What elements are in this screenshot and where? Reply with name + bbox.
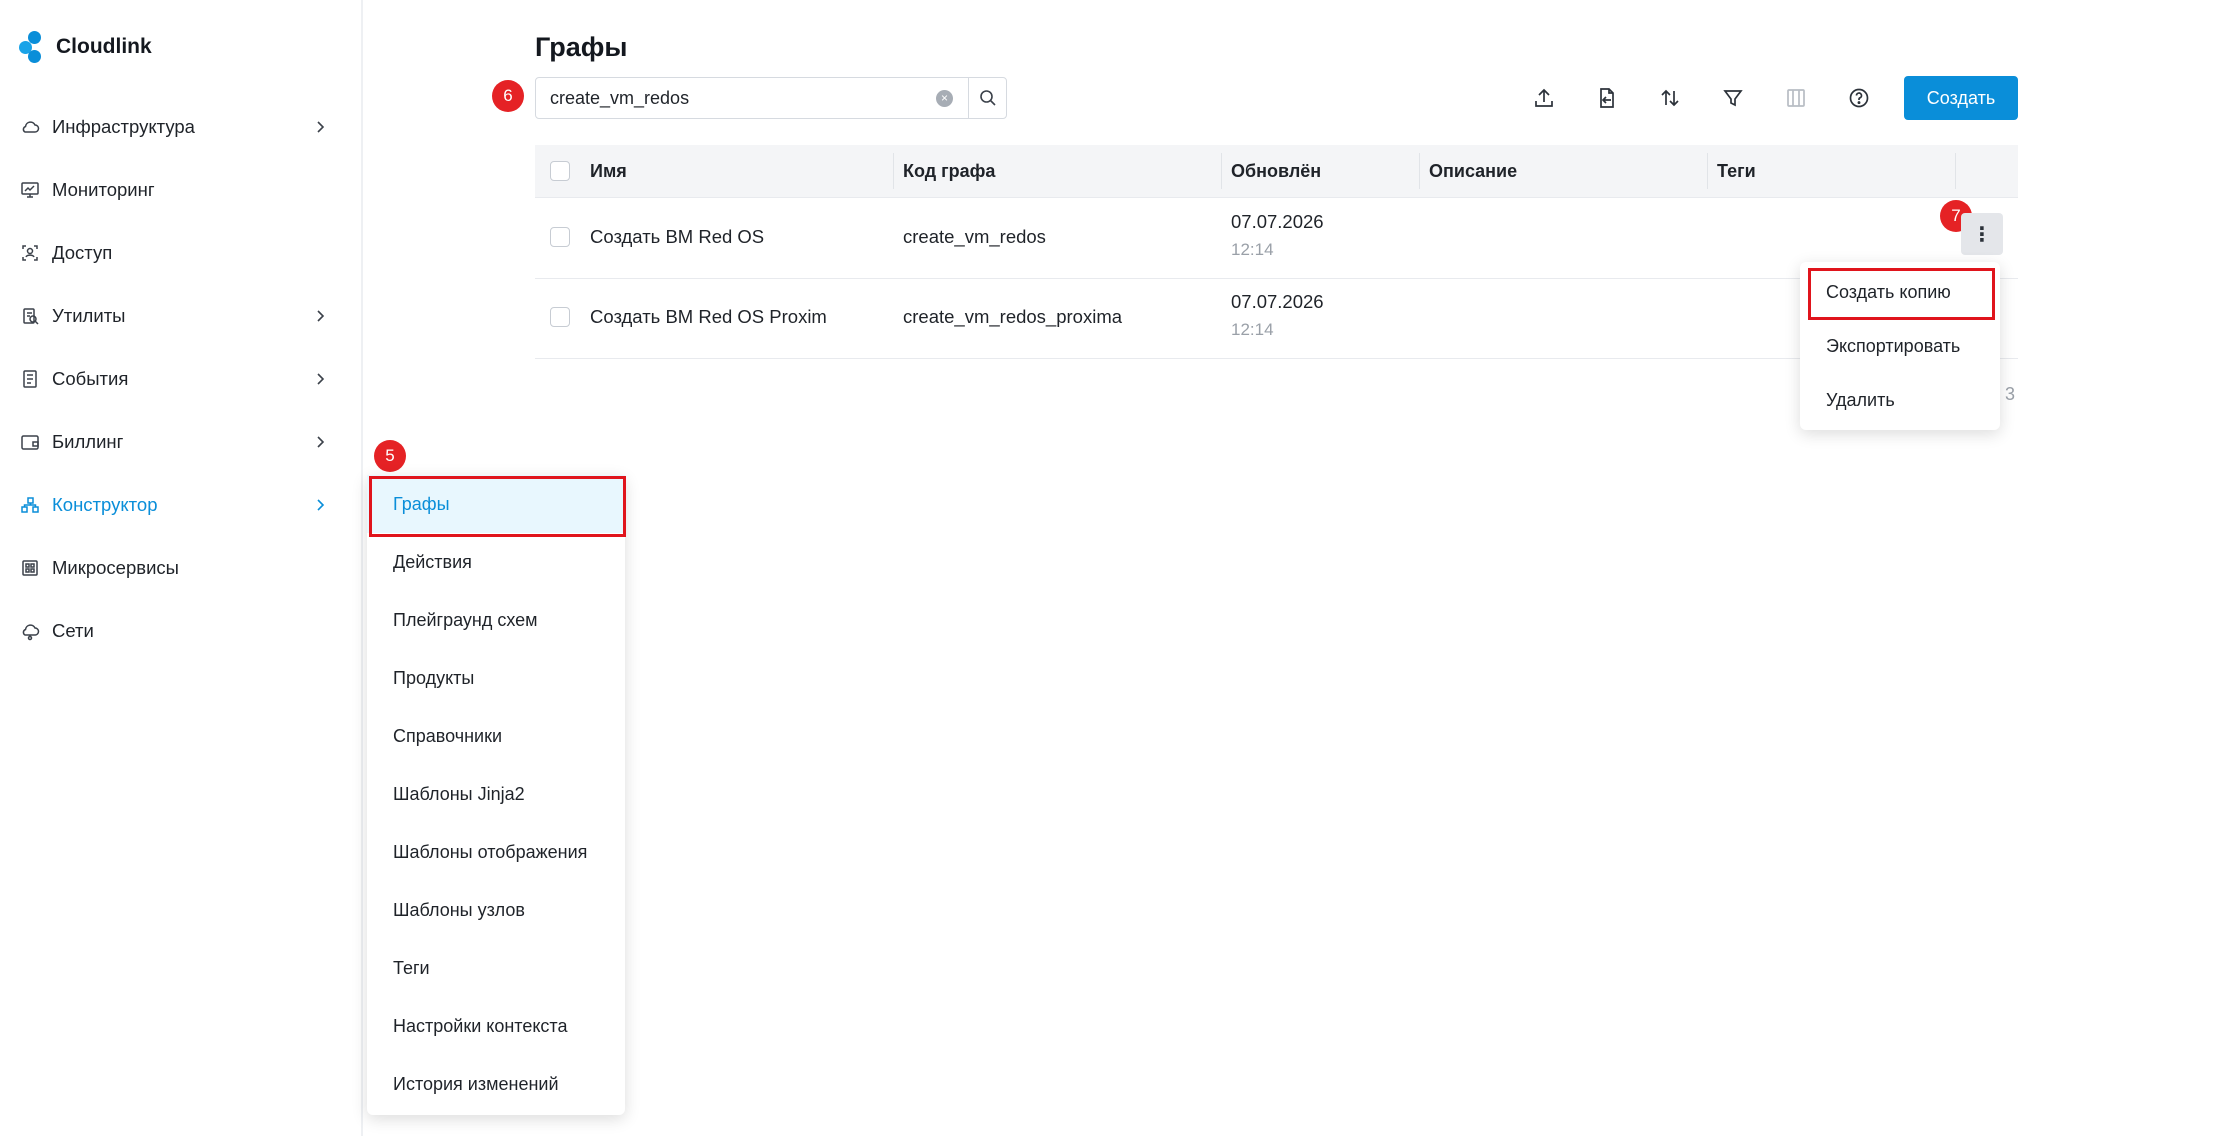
menu-item-delete[interactable]: Удалить [1800, 373, 2000, 427]
column-settings-icon[interactable] [1778, 80, 1814, 116]
select-all-checkbox[interactable] [550, 161, 570, 181]
submenu-item-schema-playground[interactable]: Плейграунд схем [367, 591, 625, 649]
sidebar-item-access[interactable]: Доступ [0, 221, 363, 284]
import-file-icon[interactable] [1589, 80, 1625, 116]
sidebar-item-microservices[interactable]: Микросервисы [0, 536, 363, 599]
chevron-right-icon [317, 372, 325, 385]
utilities-icon [20, 306, 40, 326]
sidebar-item-events[interactable]: События [0, 347, 363, 410]
chevron-right-icon [317, 498, 325, 511]
chevron-right-icon [317, 309, 325, 322]
sidebar-item-label: Микросервисы [52, 556, 179, 578]
row-updated-time: 12:14 [1231, 240, 1274, 259]
submenu-item-actions[interactable]: Действия [367, 533, 625, 591]
column-divider [1419, 153, 1420, 189]
submenu-item-change-history[interactable]: История изменений [367, 1055, 625, 1113]
chevron-right-icon [317, 435, 325, 448]
monitor-icon [20, 180, 40, 200]
row-checkbox[interactable] [550, 307, 570, 327]
search-icon [980, 90, 996, 106]
wallet-icon [20, 432, 40, 452]
sidebar-item-label: Доступ [52, 241, 113, 263]
table-row[interactable]: Создать ВМ Red OS create_vm_redos 07.07.… [535, 198, 2018, 279]
submenu-item-context-settings[interactable]: Настройки контекста [367, 997, 625, 1055]
table-header: Имя Код графа Обновлён Описание Теги [535, 145, 2018, 198]
sidebar-item-utilities[interactable]: Утилиты [0, 284, 363, 347]
submenu-item-display-templates[interactable]: Шаблоны отображения [367, 823, 625, 881]
brand-name: Cloudlink [56, 35, 152, 58]
step-marker-5: 5 [374, 440, 406, 472]
sort-icon[interactable] [1652, 80, 1688, 116]
chevron-right-icon [317, 120, 325, 133]
row-updated-date: 07.07.2026 [1231, 291, 1324, 312]
submenu-item-dictionaries[interactable]: Справочники [367, 707, 625, 765]
highlight-graphs [369, 476, 626, 537]
row-code: create_vm_redos_proxima [903, 306, 1123, 327]
constructor-submenu: Графы Действия Плейграунд схем Продукты … [367, 475, 625, 1115]
search-field: × [535, 77, 1007, 119]
sidebar-item-label: Биллинг [52, 430, 124, 452]
constructor-icon [20, 495, 40, 515]
sidebar-item-billing[interactable]: Биллинг [0, 410, 363, 473]
submenu-item-tags[interactable]: Теги [367, 939, 625, 997]
column-header-description[interactable]: Описание [1429, 145, 1517, 197]
column-header-name[interactable]: Имя [590, 145, 627, 197]
help-icon[interactable] [1841, 80, 1877, 116]
clear-search-icon[interactable]: × [936, 90, 953, 107]
search-button[interactable] [968, 78, 1007, 118]
highlight-create-copy [1808, 268, 1995, 320]
sidebar: Cloudlink Инфраструктура Мониторинг Дост… [0, 0, 363, 1136]
upload-icon[interactable] [1526, 80, 1562, 116]
step-marker-6: 6 [492, 80, 524, 112]
sidebar-item-label: События [52, 367, 129, 389]
events-icon [20, 369, 40, 389]
table-row[interactable]: Создать ВМ Red OS Proxim create_vm_redos… [535, 278, 2018, 359]
row-updated-date: 07.07.2026 [1231, 211, 1324, 232]
app-logo[interactable]: Cloudlink [19, 30, 152, 64]
row-updated-time: 12:14 [1231, 320, 1274, 339]
submenu-item-products[interactable]: Продукты [367, 649, 625, 707]
row-name[interactable]: Создать ВМ Red OS [590, 226, 764, 248]
submenu-item-jinja2-templates[interactable]: Шаблоны Jinja2 [367, 765, 625, 823]
microservices-icon [20, 558, 40, 578]
menu-item-export[interactable]: Экспортировать [1800, 319, 2000, 373]
filter-icon[interactable] [1715, 80, 1751, 116]
row-name[interactable]: Создать ВМ Red OS Proxim [590, 306, 827, 328]
access-icon [20, 243, 40, 263]
sidebar-item-infrastructure[interactable]: Инфраструктура [0, 95, 363, 158]
column-divider [1221, 153, 1222, 189]
page-title: Графы [535, 32, 628, 62]
sidebar-item-label: Инфраструктура [52, 115, 195, 137]
row-actions-kebab-icon[interactable]: ⋮ [1961, 213, 2003, 255]
cloudlink-logo-icon [19, 31, 47, 63]
sidebar-item-label: Мониторинг [52, 178, 155, 200]
create-button[interactable]: Создать [1904, 76, 2018, 120]
search-input[interactable] [550, 86, 930, 110]
column-header-tags[interactable]: Теги [1717, 145, 1756, 197]
column-header-code[interactable]: Код графа [903, 145, 995, 197]
row-code: create_vm_redos [903, 226, 1046, 247]
column-header-updated[interactable]: Обновлён [1231, 145, 1321, 197]
sidebar-item-label: Сети [52, 619, 94, 641]
row-checkbox[interactable] [550, 227, 570, 247]
sidebar-item-network[interactable]: Сети [0, 599, 363, 662]
submenu-item-node-templates[interactable]: Шаблоны узлов [367, 881, 625, 939]
sidebar-item-monitoring[interactable]: Мониторинг [0, 158, 363, 221]
sidebar-item-label: Утилиты [52, 304, 126, 326]
pagination-fragment[interactable]: 3 [2005, 384, 2015, 405]
sidebar-nav: Инфраструктура Мониторинг Доступ Утилиты [0, 95, 363, 662]
column-divider [893, 153, 894, 189]
column-divider [1707, 153, 1708, 189]
column-divider [1955, 153, 1956, 189]
sidebar-item-constructor[interactable]: Конструктор [0, 473, 363, 536]
network-icon [20, 621, 40, 641]
sidebar-item-label: Конструктор [52, 493, 158, 515]
cloud-icon [20, 117, 40, 137]
